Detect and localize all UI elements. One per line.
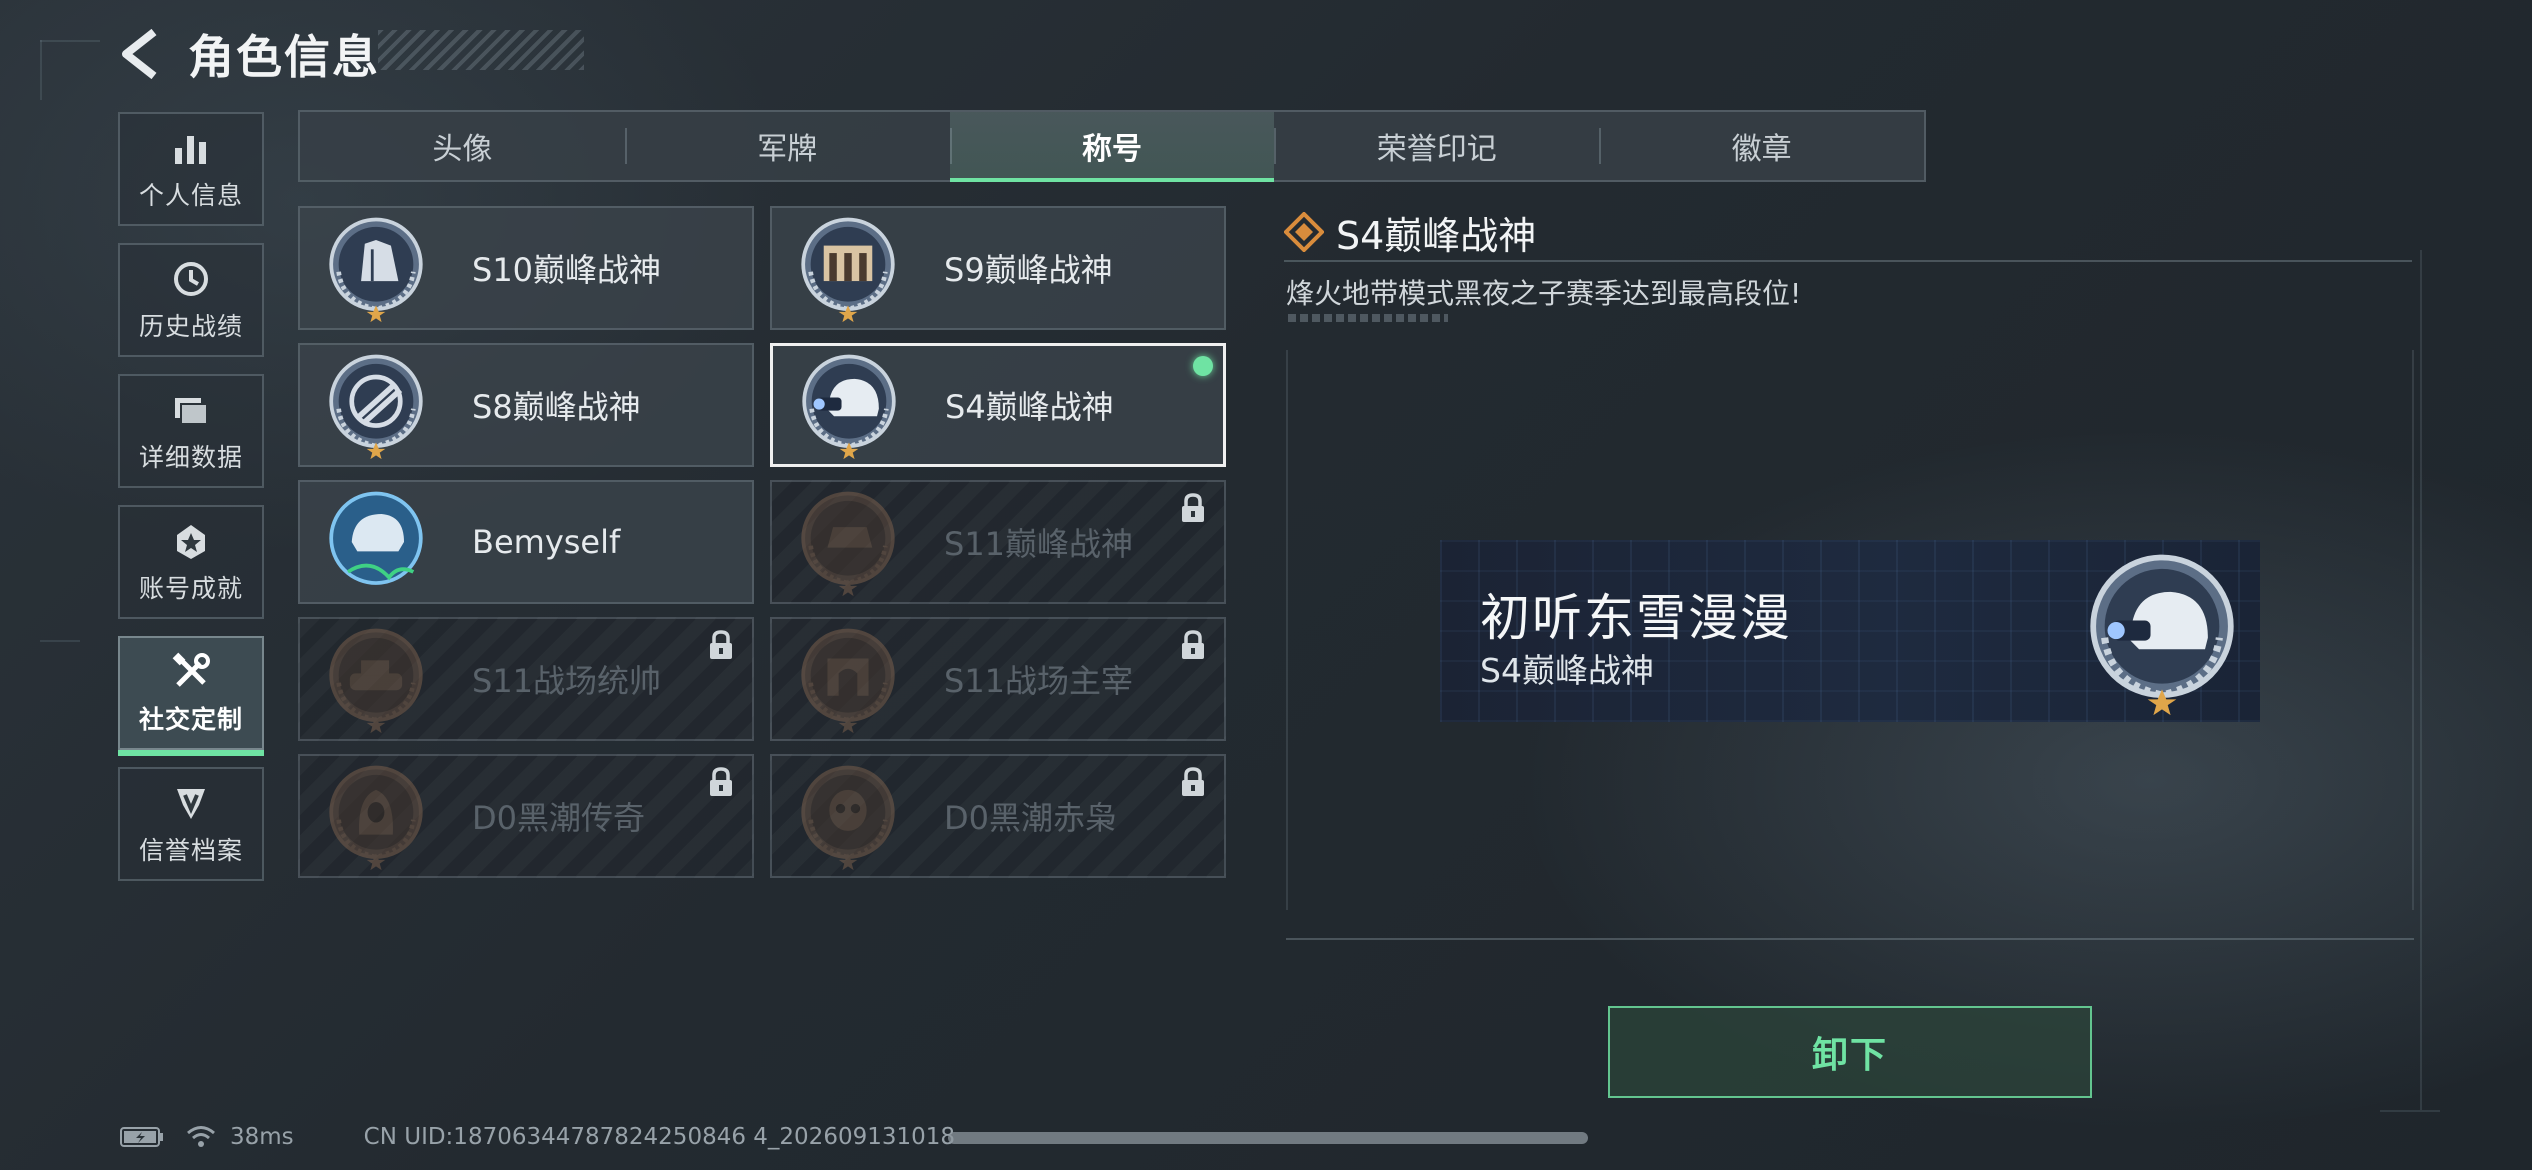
folder-icon (169, 388, 213, 432)
title-name: S11战场主宰 (944, 662, 1134, 700)
hooded-figure-medal-icon (320, 760, 432, 872)
title-name: S11巅峰战神 (944, 525, 1134, 563)
unequip-button[interactable]: 卸下 (1608, 1006, 2092, 1098)
title-name: S10巅峰战神 (472, 251, 662, 289)
detail-title: S4巅峰战神 (1336, 213, 1537, 258)
achievement-medal-icon (169, 519, 213, 563)
status-bar: 38ms CN UID:18706344787824250846 4_20260… (120, 1122, 955, 1152)
title-medal-icon (792, 486, 904, 598)
skull-mask-medal-icon (792, 760, 904, 872)
title-card[interactable]: S10巅峰战神 (298, 206, 754, 330)
title-card-locked[interactable]: S11巅峰战神 (770, 480, 1226, 604)
back-arrow-icon[interactable] (118, 26, 162, 82)
banner-title-name: S4巅峰战神 (1480, 651, 1654, 690)
sidebar-item-history[interactable]: 历史战绩 (118, 243, 264, 357)
sidebar: 个人信息 历史战绩 详细数据 账号成就 社交定制 信誉档案 (118, 112, 266, 898)
tab-title[interactable]: 称号 (949, 112, 1275, 182)
tab-bar: 头像 军牌 称号 荣誉印记 徽章 (298, 110, 1926, 182)
lock-icon (710, 630, 732, 659)
history-clock-icon (169, 257, 213, 301)
title-name: D0黑潮传奇 (472, 799, 646, 837)
title-name: S4巅峰战神 (945, 388, 1114, 426)
title-medal-icon (320, 212, 432, 324)
title-medal-icon (792, 212, 904, 324)
sidebar-item-label: 详细数据 (138, 443, 243, 472)
title-card-locked[interactable]: D0黑潮赤枭 (770, 754, 1226, 878)
title-card-locked[interactable]: S11战场主宰 (770, 617, 1226, 741)
sidebar-item-achievements[interactable]: 账号成就 (118, 505, 264, 619)
reputation-shield-icon (169, 781, 213, 825)
title-decoration (378, 30, 584, 70)
sidebar-item-social-customization[interactable]: 社交定制 (118, 636, 264, 756)
lock-icon (1182, 630, 1204, 659)
tab-dog-tag[interactable]: 军牌 (624, 112, 950, 180)
header: 角色信息 (118, 24, 380, 84)
sidebar-item-label: 社交定制 (138, 705, 243, 734)
lock-icon (710, 767, 732, 796)
sidebar-item-reputation[interactable]: 信誉档案 (118, 767, 264, 881)
uid-text: CN UID:18706344787824250846 4_2026091310… (363, 1124, 956, 1150)
banner-player-name: 初听东雪漫漫 (1480, 589, 1792, 647)
tank-medal-icon (320, 623, 432, 735)
sidebar-item-label: 信誉档案 (138, 836, 243, 865)
lock-icon (1182, 493, 1204, 522)
arch-medal-icon (792, 623, 904, 735)
title-medal-icon (320, 349, 432, 461)
home-indicator[interactable] (948, 1132, 1588, 1144)
title-card-selected[interactable]: S4巅峰战神 (770, 343, 1226, 467)
title-card-locked[interactable]: D0黑潮传奇 (298, 754, 754, 878)
sidebar-item-detailed-data[interactable]: 详细数据 (118, 374, 264, 488)
sidebar-item-label: 账号成就 (138, 574, 243, 603)
sidebar-item-label: 个人信息 (138, 181, 243, 210)
preview-divider (1286, 938, 2414, 940)
tools-icon (169, 650, 213, 694)
title-name: S8巅峰战神 (472, 388, 641, 426)
title-preview-banner: 初听东雪漫漫 S4巅峰战神 (1440, 540, 2260, 722)
diamond-icon (1284, 212, 1324, 252)
decorative-code (1288, 314, 1448, 322)
sidebar-item-label: 历史战绩 (138, 312, 243, 341)
detail-description: 烽火地带模式黑夜之子赛季达到最高段位! (1286, 277, 1802, 310)
sidebar-item-personal-info[interactable]: 个人信息 (118, 112, 264, 226)
title-name: D0黑潮赤枭 (944, 799, 1118, 837)
title-card-locked[interactable]: S11战场统帅 (298, 617, 754, 741)
title-name: S11战场统帅 (472, 662, 662, 700)
tab-honor-mark[interactable]: 荣誉印记 (1274, 112, 1599, 180)
helmet-medal-icon (793, 349, 905, 461)
equipped-indicator (1193, 356, 1213, 376)
title-name: Bemyself (472, 523, 621, 561)
tab-badge[interactable]: 徽章 (1599, 112, 1924, 180)
page-title: 角色信息 (188, 30, 380, 84)
bar-chart-icon (169, 126, 213, 170)
title-name: S9巅峰战神 (944, 251, 1113, 289)
helmet-medal-icon (2076, 546, 2248, 718)
ping-value: 38ms (230, 1124, 294, 1150)
title-card[interactable]: Bemyself (298, 480, 754, 604)
detail-header: S4巅峰战神 (1284, 204, 2412, 262)
battery-icon (120, 1127, 163, 1147)
title-card[interactable]: S9巅峰战神 (770, 206, 1226, 330)
wifi-icon (187, 1126, 215, 1147)
title-card[interactable]: S8巅峰战神 (298, 343, 754, 467)
tab-avatar[interactable]: 头像 (300, 112, 625, 180)
bemyself-medal-icon (329, 491, 423, 585)
lock-icon (1182, 767, 1204, 796)
